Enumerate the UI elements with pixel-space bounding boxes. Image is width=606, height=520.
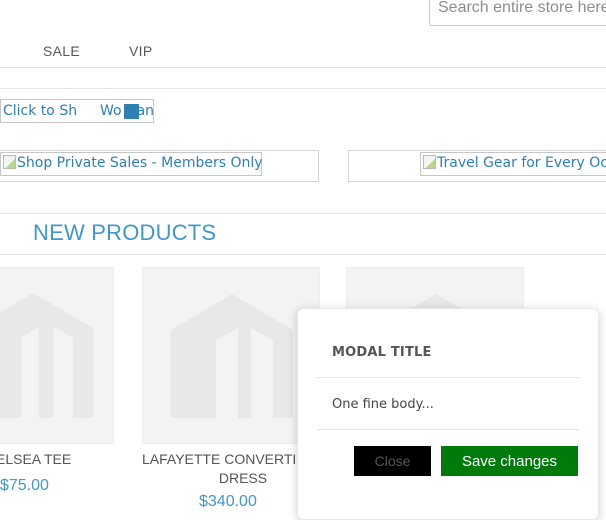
section-divider-top xyxy=(0,213,606,214)
banner-private-sales-image[interactable]: Shop Private Sales - Members Only xyxy=(0,152,263,176)
product-image[interactable] xyxy=(142,267,320,444)
product-price: $340.00 xyxy=(199,493,257,510)
logo-placeholder-icon xyxy=(171,294,293,418)
product-image[interactable] xyxy=(0,267,114,444)
nav-item-sale[interactable]: SALE xyxy=(43,43,80,59)
promo-link-small[interactable]: Click to Sh Wo an xyxy=(0,99,154,123)
banner-alt-text: Shop Private Sales - Members Only xyxy=(17,155,263,171)
promo-text-left: Click to Sh xyxy=(3,103,78,119)
nav-divider xyxy=(0,67,606,68)
section-divider-bottom xyxy=(0,254,606,255)
search-input[interactable]: Search entire store here... xyxy=(429,0,606,26)
modal-body: One fine body... xyxy=(332,397,434,412)
close-button[interactable]: Close xyxy=(354,446,431,476)
broken-image-icon xyxy=(423,155,436,169)
product-price: $75.00 xyxy=(0,477,49,494)
modal-footer-divider xyxy=(317,429,579,430)
nav-divider-lower xyxy=(0,88,606,89)
banner-travel-gear[interactable]: Travel Gear for Every Oc xyxy=(348,150,606,182)
logo-placeholder-icon xyxy=(0,293,93,418)
modal-title: MODAL TITLE xyxy=(332,345,432,360)
modal-dialog: MODAL TITLE One fine body... Close Save … xyxy=(297,308,599,520)
section-title: NEW PRODUCTS xyxy=(33,220,217,245)
save-changes-button[interactable]: Save changes xyxy=(441,446,578,476)
modal-header-divider xyxy=(317,377,579,378)
banner-alt-text: Travel Gear for Every Oc xyxy=(437,155,606,171)
broken-image-icon xyxy=(3,155,16,169)
cursor-block xyxy=(124,104,139,119)
nav-item-vip[interactable]: VIP xyxy=(129,43,152,59)
product-name[interactable]: LAFAYETTE CONVERTIB xyxy=(142,450,320,469)
banner-private-sales[interactable]: Shop Private Sales - Members Only xyxy=(0,150,319,182)
banner-travel-gear-image[interactable]: Travel Gear for Every Oc xyxy=(420,152,606,176)
product-name[interactable]: ELSEA TEE xyxy=(0,450,76,469)
